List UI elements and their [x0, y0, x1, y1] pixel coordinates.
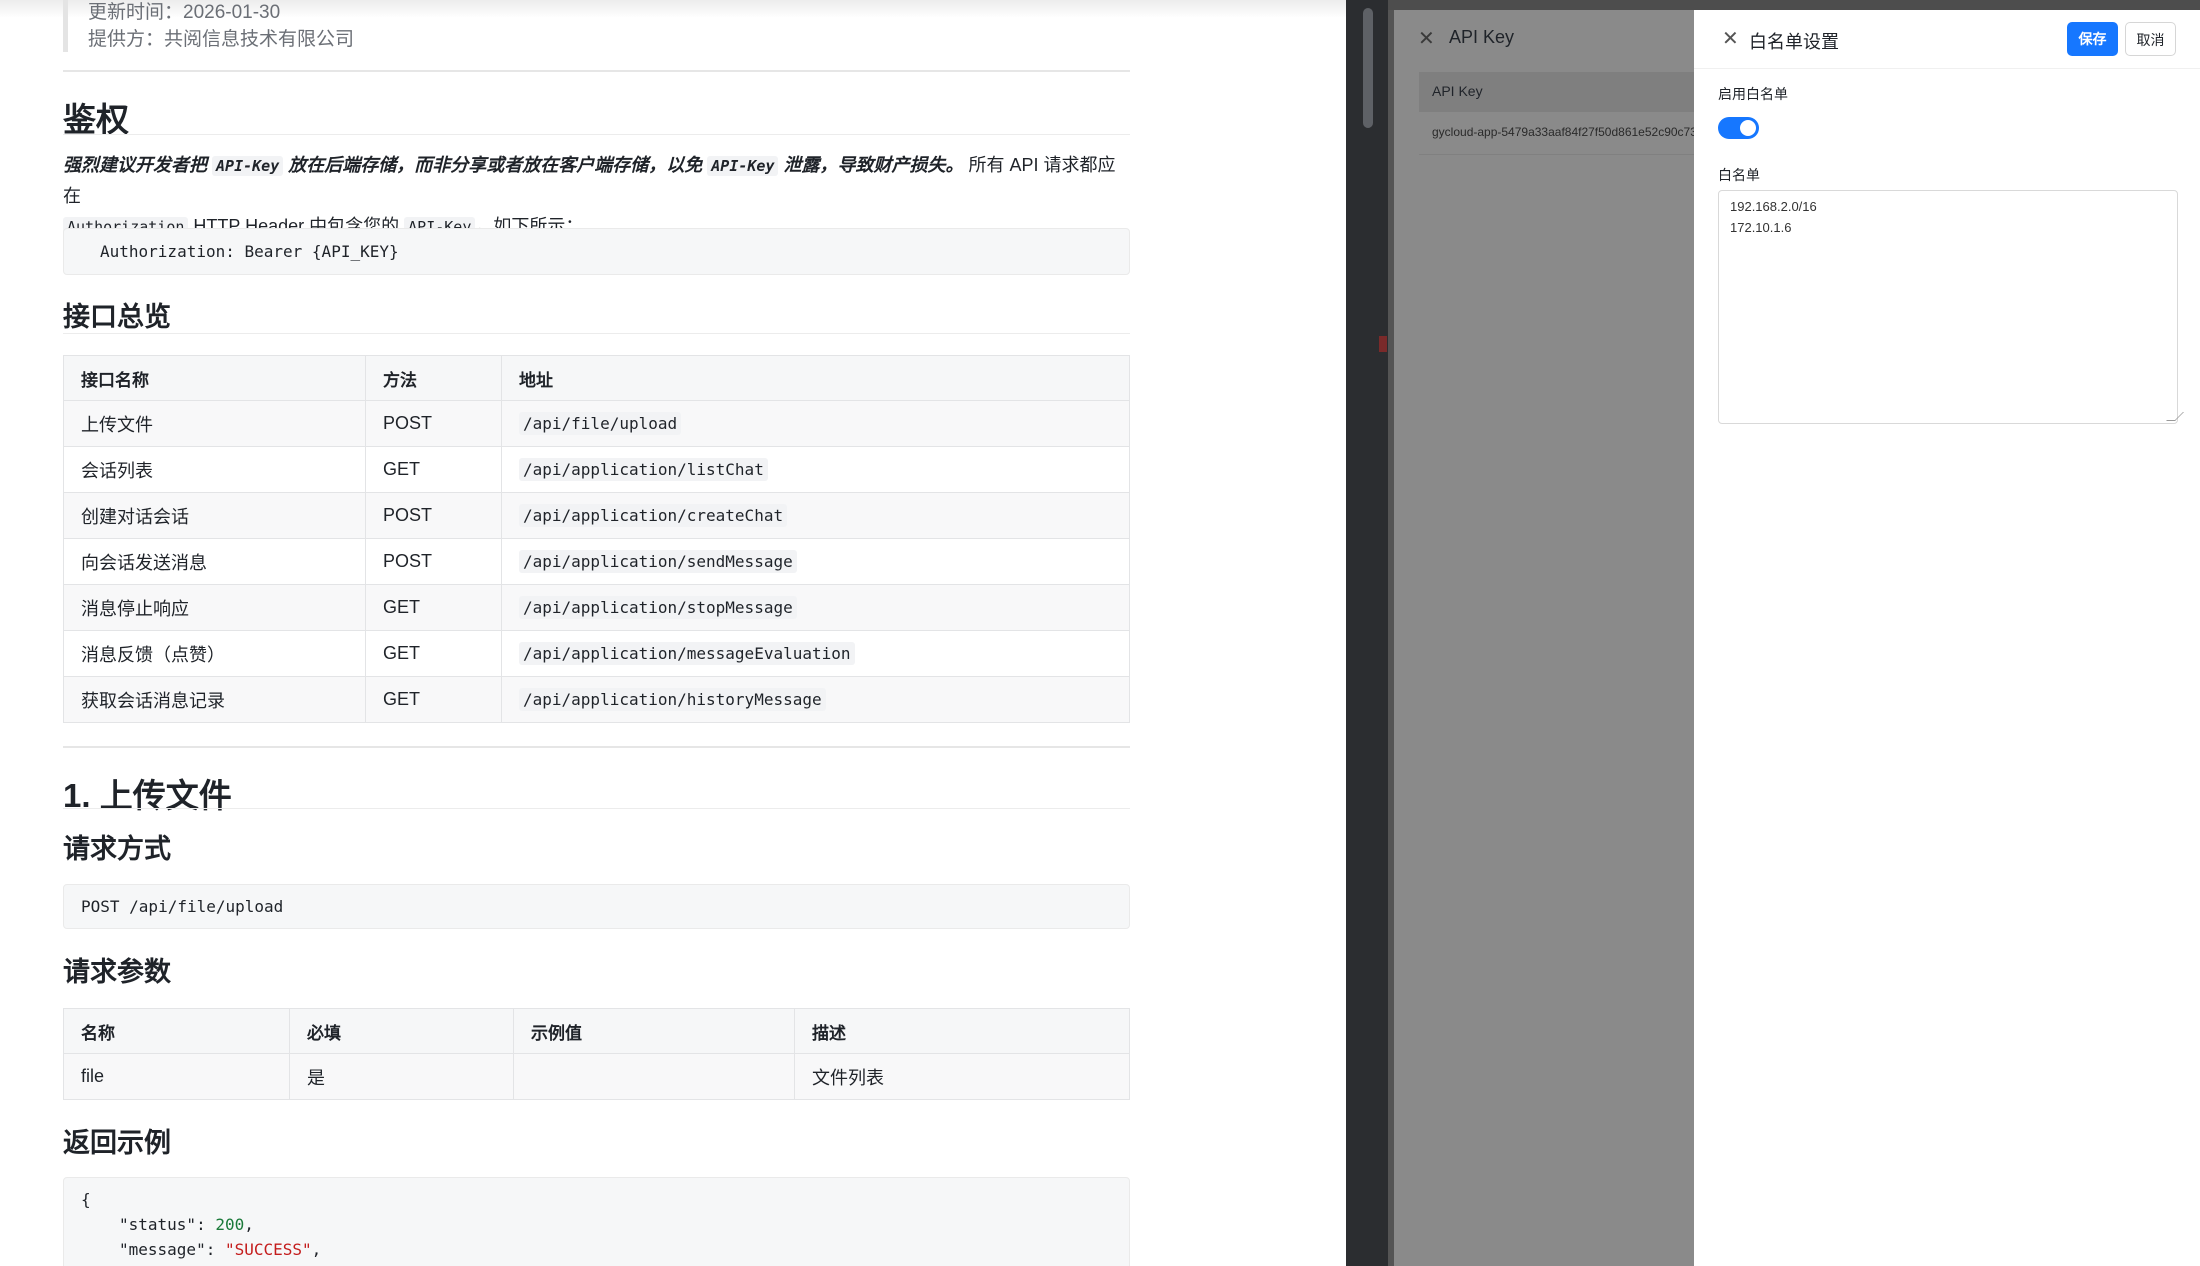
param-desc: 文件列表 [794, 1053, 1130, 1100]
request-method-heading: 请求方式 [63, 834, 171, 864]
api-method: GET [365, 446, 502, 493]
api-path: /api/application/historyMessage [519, 688, 826, 711]
param-name: file [63, 1053, 290, 1100]
close-icon[interactable]: ✕ [1418, 26, 1435, 51]
app-overlay-area: ✕ API Key API Key gycloud-app-5479a33aaf… [1346, 0, 2200, 1266]
table-row: 创建对话会话 POST /api/application/createChat [63, 492, 1130, 539]
whitelist-label: 白名单 [1718, 167, 1760, 183]
doc-meta-block: 更新时间：2026-01-30 提供方：共阅信息技术有限公司 [63, 0, 1135, 52]
api-name: 获取会话消息记录 [63, 676, 366, 723]
enable-whitelist-label: 启用白名单 [1718, 86, 1788, 102]
api-path: /api/application/stopMessage [519, 596, 797, 619]
api-key-column-header: API Key [1419, 72, 1694, 112]
api-path: /api/file/upload [519, 412, 682, 435]
api-method: GET [365, 584, 502, 631]
enable-whitelist-toggle[interactable] [1718, 117, 1759, 139]
column-header: 方法 [365, 355, 502, 401]
api-name: 会话列表 [63, 446, 366, 493]
api-path: /api/application/listChat [519, 458, 768, 481]
whitelist-entry: 172.10.1.6 [1730, 220, 1792, 235]
scrollbar[interactable] [1346, 0, 1388, 1266]
upload-heading: 1. 上传文件 [63, 777, 232, 814]
save-button[interactable]: 保存 [2067, 22, 2118, 56]
column-header: 必填 [289, 1008, 514, 1054]
divider [63, 746, 1130, 748]
scrollbar-thumb[interactable] [1363, 8, 1373, 128]
heading-underline [63, 134, 1130, 135]
api-key-drawer: ✕ API Key API Key gycloud-app-5479a33aaf… [1394, 10, 1694, 1266]
warning-mid: 放在后端存储，而非分享或者放在客户端存储，以免 [288, 155, 703, 175]
json-open-brace: { [81, 1190, 91, 1209]
overview-heading: 接口总览 [63, 302, 171, 332]
cancel-button[interactable]: 取消 [2125, 22, 2176, 56]
column-header: 示例值 [513, 1008, 795, 1054]
table-row: 上传文件 POST /api/file/upload [63, 400, 1130, 447]
heading-underline [63, 808, 1130, 809]
table-header-row: 名称 必填 示例值 描述 [63, 1008, 1130, 1054]
whitelist-entry: 192.168.2.0/16 [1730, 199, 1817, 214]
divider [63, 70, 1130, 72]
response-example-heading: 返回示例 [63, 1128, 171, 1158]
param-example [513, 1053, 795, 1100]
api-method: POST [365, 400, 502, 447]
request-method-line: POST /api/file/upload [81, 897, 284, 916]
inline-code-apikey: API-Key [212, 156, 284, 176]
request-method-code: POST /api/file/upload [63, 884, 1130, 929]
warning-start: 强烈建议开发者把 [63, 155, 207, 175]
api-path: /api/application/sendMessage [519, 550, 797, 573]
json-status-value: 200 [215, 1215, 245, 1234]
column-header: 接口名称 [63, 355, 366, 401]
panel-header-divider [1694, 68, 2200, 69]
response-code-block: { "status": 200, "message": "SUCCESS", [63, 1177, 1130, 1266]
overview-table: 接口名称 方法 地址 上传文件 POST /api/file/upload 会话… [63, 355, 1130, 723]
warning-end: 泄露，导致财产损失。 [783, 155, 964, 175]
resize-handle[interactable] [2166, 412, 2184, 421]
whitelist-textarea[interactable]: 192.168.2.0/16 172.10.1.6 [1718, 190, 2184, 424]
table-row: 获取会话消息记录 GET /api/application/historyMes… [63, 676, 1130, 723]
table-row: 向会话发送消息 POST /api/application/sendMessag… [63, 538, 1130, 585]
provider: 提供方：共阅信息技术有限公司 [88, 29, 355, 50]
drawer-title: API Key [1449, 27, 1515, 47]
panel-title: 白名单设置 [1749, 32, 1839, 52]
table-row: 消息停止响应 GET /api/application/stopMessage [63, 584, 1130, 631]
auth-code-block: Authorization: Bearer {API_KEY} [63, 228, 1130, 275]
whitelist-settings-panel: ✕ 白名单设置 保存 取消 启用白名单 白名单 192.168.2.0/16 1… [1694, 10, 2200, 1266]
api-method: POST [365, 538, 502, 585]
api-name: 向会话发送消息 [63, 538, 366, 585]
inline-code-apikey: API-Key [707, 156, 779, 176]
json-status-line: "status": 200, [119, 1215, 254, 1234]
table-row: file 是 文件列表 [63, 1053, 1130, 1100]
table-header-row: 接口名称 方法 地址 [63, 355, 1130, 401]
api-method: GET [365, 676, 502, 723]
close-icon[interactable]: ✕ [1722, 26, 1739, 51]
drawer-header: ✕ API Key [1394, 10, 1694, 68]
param-required: 是 [289, 1053, 514, 1100]
column-header: 名称 [63, 1008, 290, 1054]
api-key-row: gycloud-app-5479a33aaf84f27f50d861e52c90… [1419, 114, 1694, 155]
toggle-knob [1740, 120, 1756, 136]
column-header: 描述 [794, 1008, 1130, 1054]
params-table: 名称 必填 示例值 描述 file 是 文件列表 [63, 1008, 1130, 1100]
api-key-value: gycloud-app-5479a33aaf84f27f50d861e52c90… [1432, 125, 1694, 139]
json-message-line: "message": "SUCCESS", [119, 1240, 322, 1259]
api-method: GET [365, 630, 502, 677]
api-name: 消息反馈（点赞） [63, 630, 366, 677]
mask-top [1388, 0, 2200, 10]
api-name: 上传文件 [63, 400, 366, 447]
request-params-heading: 请求参数 [63, 957, 171, 987]
heading-underline [63, 333, 1130, 334]
auth-code-line: Authorization: Bearer {API_KEY} [100, 242, 399, 261]
table-row: 消息反馈（点赞） GET /api/application/messageEva… [63, 630, 1130, 677]
api-method: POST [365, 492, 502, 539]
api-name: 创建对话会话 [63, 492, 366, 539]
api-path: /api/application/createChat [519, 504, 788, 527]
api-name: 消息停止响应 [63, 584, 366, 631]
scroll-marker [1379, 336, 1387, 352]
api-document: 更新时间：2026-01-30 提供方：共阅信息技术有限公司 鉴权 强烈建议开发… [0, 0, 1346, 1266]
json-message-value: "SUCCESS" [224, 1240, 312, 1259]
column-header: 地址 [501, 355, 1130, 401]
api-path: /api/application/messageEvaluation [519, 642, 855, 665]
updated-time: 更新时间：2026-01-30 [88, 2, 281, 23]
table-row: 会话列表 GET /api/application/listChat [63, 446, 1130, 493]
